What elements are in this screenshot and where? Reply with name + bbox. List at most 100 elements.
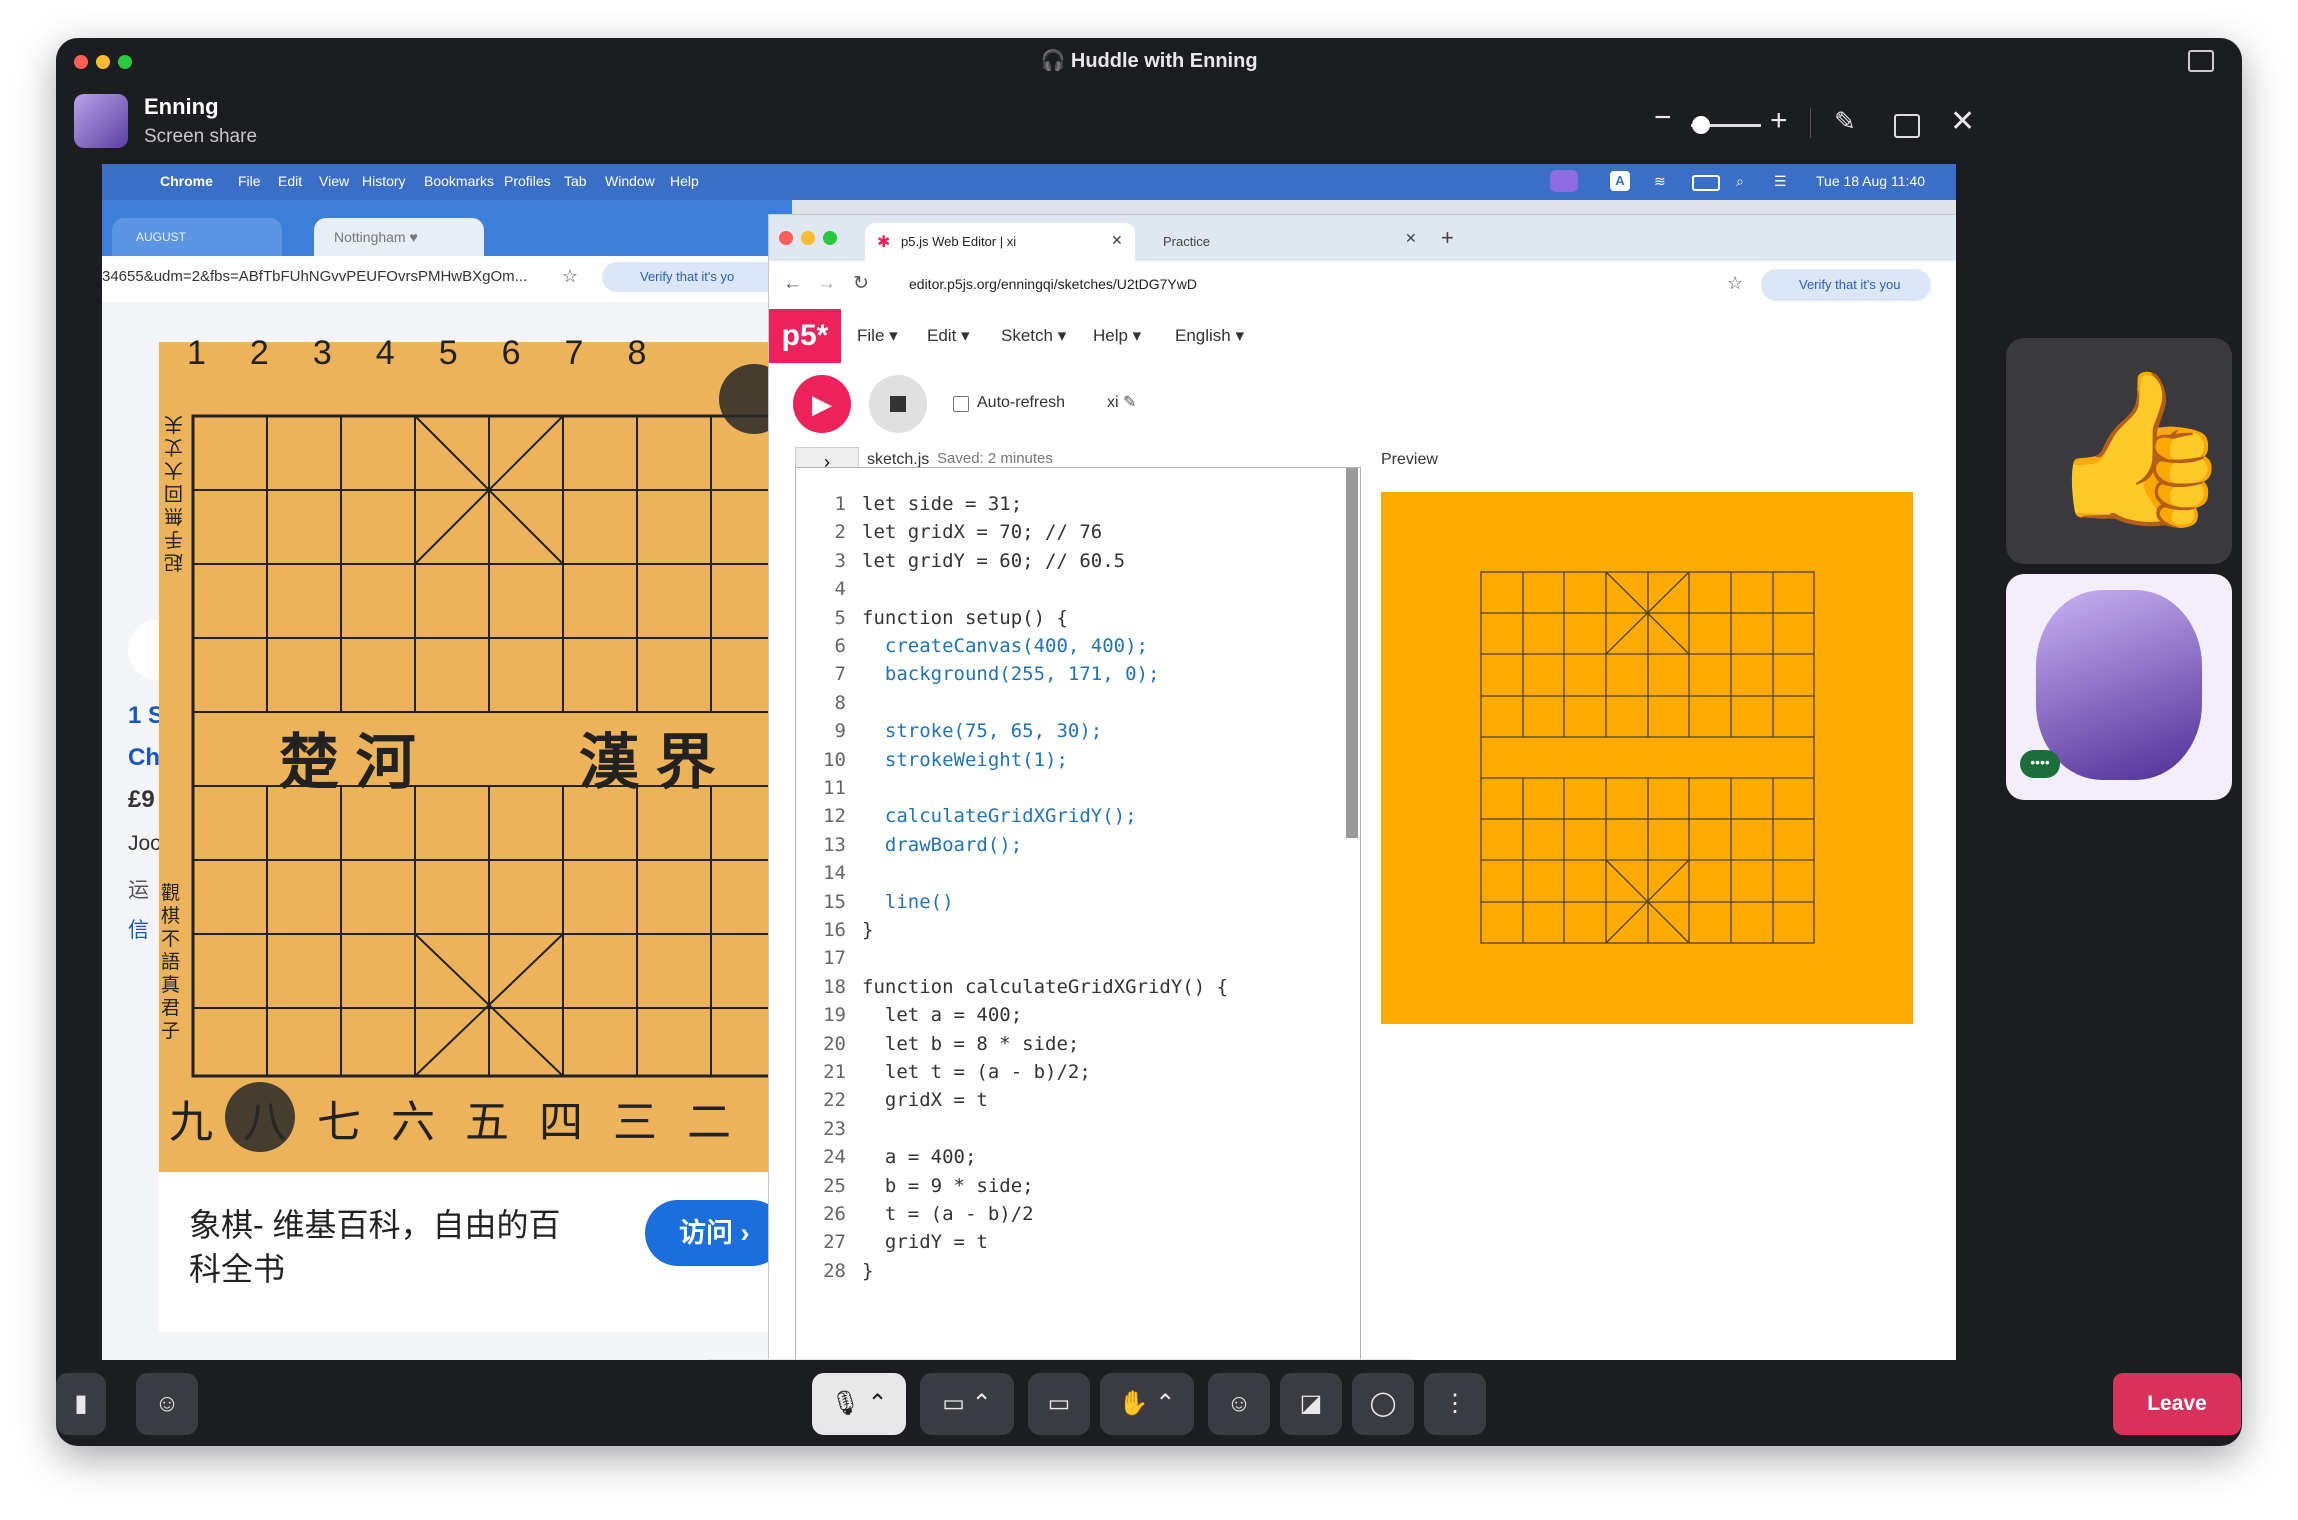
- code-text[interactable]: let side = 31;: [862, 490, 1022, 518]
- code-text[interactable]: function setup() {: [862, 604, 1068, 632]
- code-text[interactable]: let b = 8 * side;: [862, 1030, 1079, 1058]
- control-center-icon[interactable]: ☰: [1774, 173, 1787, 190]
- code-text[interactable]: let t = (a - b)/2;: [862, 1058, 1091, 1086]
- raise-hand-button[interactable]: ✋ ⌃: [1100, 1373, 1194, 1435]
- code-text[interactable]: drawBoard();: [862, 831, 1022, 859]
- leave-button[interactable]: Leave: [2113, 1373, 2241, 1435]
- zoom-window-button[interactable]: [823, 231, 837, 245]
- tab-practice[interactable]: Practice: [1163, 234, 1210, 249]
- tab-close-icon[interactable]: ✕: [1405, 230, 1417, 247]
- screen-share-button[interactable]: ▭: [1028, 1373, 1090, 1435]
- sketch-name[interactable]: xi: [1107, 394, 1119, 412]
- signal-icon[interactable]: ▮: [56, 1373, 106, 1435]
- background-tab[interactable]: Nottingham ♥: [314, 218, 484, 256]
- input-source-icon[interactable]: A: [1610, 171, 1630, 191]
- code-text[interactable]: gridY = t: [862, 1228, 988, 1256]
- line-number: 28: [823, 1259, 846, 1282]
- code-text[interactable]: let gridX = 70; // 76: [862, 518, 1102, 546]
- code-text[interactable]: }: [862, 1257, 873, 1285]
- code-text[interactable]: background(255, 171, 0);: [862, 660, 1160, 688]
- menubar-file[interactable]: File: [238, 173, 261, 189]
- stop-button[interactable]: [869, 375, 927, 433]
- menubar-view[interactable]: View: [319, 173, 349, 189]
- chat-button[interactable]: ◯: [1352, 1373, 1414, 1435]
- lens-icon[interactable]: [225, 1082, 295, 1152]
- code-text[interactable]: }: [862, 916, 873, 944]
- code-text[interactable]: function calculateGridXGridY() {: [862, 973, 1228, 1001]
- bookmark-star-icon[interactable]: ☆: [562, 266, 578, 287]
- video-off-button[interactable]: ▭ ⌃: [920, 1373, 1014, 1435]
- p5-logo[interactable]: p5*: [769, 309, 841, 363]
- menubar-bookmarks[interactable]: Bookmarks: [424, 173, 494, 189]
- emoji-button[interactable]: ☺: [1208, 1373, 1270, 1435]
- menubar-window[interactable]: Window: [605, 173, 655, 189]
- menubar-history[interactable]: History: [362, 173, 406, 189]
- menu-edit[interactable]: Edit ▾: [927, 326, 970, 346]
- menubar-tab[interactable]: Tab: [564, 173, 587, 189]
- result-card[interactable]: 象棋- 维基百科，自由的百 科全书 访问 ›: [159, 1172, 792, 1332]
- close-window-button[interactable]: [779, 231, 793, 245]
- code-text[interactable]: b = 9 * side;: [862, 1172, 1034, 1200]
- code-text[interactable]: calculateGridXGridY();: [862, 802, 1137, 830]
- menubar-help[interactable]: Help: [670, 173, 699, 189]
- tab-p5-editor[interactable]: ✱ p5.js Web Editor | xi ✕: [865, 223, 1135, 261]
- menubar-profiles[interactable]: Profiles: [504, 173, 551, 189]
- verify-chip[interactable]: Verify that it's yo: [602, 262, 792, 292]
- url-field[interactable]: editor.p5js.org/enningqi/sketches/U2tDG7…: [909, 276, 1197, 292]
- popout-icon[interactable]: [2188, 50, 2214, 72]
- forward-icon[interactable]: →: [817, 273, 836, 295]
- play-button[interactable]: ▶: [793, 375, 851, 433]
- bookmark-star-icon[interactable]: ☆: [1727, 273, 1743, 294]
- zoom-in-icon[interactable]: +: [1770, 104, 1788, 138]
- menu-language[interactable]: English ▾: [1175, 326, 1244, 346]
- menu-file[interactable]: File ▾: [857, 326, 898, 346]
- screen-share-indicator-icon[interactable]: [1550, 170, 1578, 192]
- code-text[interactable]: strokeWeight(1);: [862, 746, 1068, 774]
- menu-sketch[interactable]: Sketch ▾: [1001, 326, 1066, 346]
- pencil-icon[interactable]: ✎: [1834, 106, 1856, 137]
- sticker-button[interactable]: ◪: [1280, 1373, 1342, 1435]
- background-tab[interactable]: AUGUST: [112, 218, 282, 256]
- mac-dock[interactable]: [700, 1359, 1420, 1360]
- wifi-icon[interactable]: ≋: [1654, 173, 1666, 190]
- zoom-out-icon[interactable]: −: [1654, 103, 1672, 133]
- back-icon[interactable]: ←: [783, 273, 802, 295]
- code-text[interactable]: stroke(75, 65, 30);: [862, 717, 1102, 745]
- minimize-window-button[interactable]: [801, 231, 815, 245]
- visit-button[interactable]: 访问 ›: [645, 1200, 785, 1266]
- code-text[interactable]: a = 400;: [862, 1143, 977, 1171]
- xiangqi-board-image[interactable]: 12345678 楚 河 漢 界 觀棋不語真君子 起手無回大丈夫 九 七六五四三…: [159, 334, 792, 1172]
- menu-help[interactable]: Help ▾: [1093, 326, 1141, 346]
- battery-icon[interactable]: [1692, 175, 1720, 191]
- spotlight-icon[interactable]: ⌕: [1736, 173, 1744, 190]
- new-tab-icon[interactable]: +: [1441, 225, 1454, 251]
- code-text[interactable]: line(): [862, 888, 954, 916]
- editor-scrollbar[interactable]: [1346, 468, 1358, 838]
- menubar-edit[interactable]: Edit: [278, 173, 302, 189]
- verify-chip[interactable]: Verify that it's you: [1761, 269, 1931, 301]
- result-title[interactable]: 象棋- 维基百科，自由的百: [189, 1200, 561, 1246]
- result-title-cont[interactable]: 科全书: [189, 1244, 285, 1290]
- presenter-name: Enning: [144, 94, 219, 119]
- code-text[interactable]: createCanvas(400, 400);: [862, 632, 1148, 660]
- menubar-app[interactable]: Chrome: [160, 173, 213, 189]
- zoom-slider-handle[interactable]: [1692, 116, 1710, 134]
- code-text[interactable]: gridX = t: [862, 1086, 988, 1114]
- participant-tile[interactable]: ••••: [2006, 574, 2232, 800]
- close-icon[interactable]: ✕: [1950, 104, 1975, 139]
- tab-close-icon[interactable]: ✕: [1111, 232, 1123, 249]
- background-url[interactable]: 34655&udm=2&fbs=ABfTbFUhNGvvPEUFOvrsPMHw…: [102, 268, 527, 285]
- code-text[interactable]: t = (a - b)/2: [862, 1200, 1034, 1228]
- edit-name-icon[interactable]: ✎: [1123, 392, 1136, 412]
- code-editor[interactable]: 1 let side = 31; 2 let gridX = 70; // 76 3 le…: [795, 467, 1361, 1360]
- add-person-icon[interactable]: ☺: [136, 1373, 198, 1435]
- more-options-button[interactable]: ⋮: [1424, 1373, 1486, 1435]
- reload-icon[interactable]: ↻: [853, 272, 869, 295]
- auto-refresh-checkbox[interactable]: [953, 396, 969, 412]
- code-text[interactable]: let a = 400;: [862, 1001, 1022, 1029]
- line-number: 3: [834, 549, 846, 572]
- microphone-button[interactable]: 🎙 ⌃: [812, 1373, 906, 1435]
- line-number: 7: [834, 663, 846, 686]
- code-text[interactable]: let gridY = 60; // 60.5: [862, 547, 1125, 575]
- fullscreen-icon[interactable]: [1894, 114, 1920, 138]
